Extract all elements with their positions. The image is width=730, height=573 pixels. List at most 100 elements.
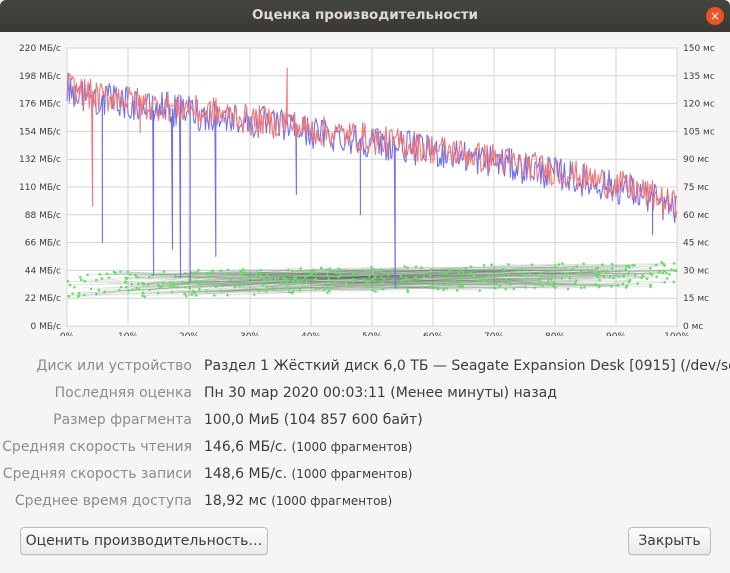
access-time-point [89, 287, 93, 291]
access-time-point [307, 274, 311, 277]
access-time-point [541, 284, 545, 288]
access-time-point [560, 277, 564, 280]
access-time-point [193, 271, 196, 274]
access-time-point [627, 280, 631, 284]
access-time-point [148, 288, 151, 292]
access-time-point [582, 262, 586, 266]
access-time-point [466, 272, 470, 276]
access-time-point [507, 263, 510, 266]
access-time-point [240, 277, 244, 281]
access-time-point [650, 273, 654, 276]
x-tick-label: 30% [240, 332, 260, 336]
access-time-point [439, 282, 442, 286]
access-time-point [406, 266, 409, 269]
access-time-point [381, 280, 384, 284]
access-time-point [365, 281, 369, 285]
access-time-point [557, 263, 561, 266]
access-time-point [494, 286, 497, 290]
access-time-point [624, 286, 628, 289]
access-time-point [314, 277, 318, 281]
x-tick-label: 50% [362, 332, 382, 336]
access-time-point [374, 290, 377, 293]
access-time-point [612, 276, 615, 280]
access-time-point [400, 279, 404, 283]
close-button[interactable]: Закрыть [628, 527, 711, 555]
access-time-point [598, 278, 601, 282]
access-time-point [174, 275, 177, 278]
access-time-point [117, 288, 121, 292]
access-time-point [574, 279, 578, 283]
access-time-point [546, 281, 550, 285]
access-time-point [449, 268, 452, 272]
access-time-point [563, 272, 567, 275]
access-time-point [205, 271, 209, 275]
access-time-point [376, 283, 379, 287]
access-time-point [242, 283, 245, 287]
access-time-point [80, 278, 83, 282]
access-time-point [315, 271, 318, 275]
x-tick-label: 0% [60, 332, 75, 336]
x-tick-label: 20% [179, 332, 199, 336]
access-time-point [566, 287, 570, 291]
access-time-point [371, 277, 375, 281]
access-time-point [408, 280, 411, 284]
access-time-point [610, 262, 614, 266]
access-time-point [672, 269, 676, 272]
access-time-point [172, 285, 176, 288]
access-time-point [141, 294, 144, 298]
access-time-point [119, 285, 123, 289]
close-icon[interactable]: × [706, 7, 724, 25]
access-time-point [579, 286, 583, 290]
access-time-value-wrap: 18,92 мс (1000 фрагментов) [204, 493, 392, 509]
access-time-point [198, 288, 201, 291]
access-time-point [624, 268, 627, 271]
access-time-point [616, 284, 620, 287]
access-time-point [322, 288, 326, 292]
access-time-point [550, 268, 553, 272]
access-time-point [645, 277, 649, 281]
access-time-point [381, 287, 385, 291]
access-time-point [367, 274, 371, 278]
access-time-point [129, 273, 132, 276]
y-left-tick-label: 154 МБ/с [19, 127, 61, 137]
access-time-point [131, 288, 134, 292]
access-time-point [528, 271, 532, 274]
access-time-point [442, 288, 445, 292]
access-time-point [71, 292, 74, 295]
access-time-point [182, 280, 185, 284]
access-time-point [265, 274, 269, 277]
access-time-point [546, 270, 550, 273]
access-time-point [504, 287, 508, 291]
access-time-point [159, 273, 162, 276]
start-benchmark-button[interactable]: Оценить производительность… [20, 527, 268, 555]
access-time-point [507, 274, 510, 278]
access-time-point [328, 270, 332, 273]
access-time-point [304, 274, 307, 278]
access-time-point [621, 282, 625, 286]
access-time-point [168, 284, 172, 287]
access-time-point [380, 269, 383, 273]
y-left-tick-label: 176 МБ/с [19, 100, 61, 110]
access-time-point [291, 269, 294, 273]
access-time-point [142, 283, 146, 286]
y-left-tick-label: 110 МБ/с [19, 183, 61, 193]
x-tick-label: 70% [484, 332, 504, 336]
y-left-tick-label: 44 МБ/с [25, 266, 61, 276]
info-row-access-time: Среднее время доступа 18,92 мс (1000 фра… [0, 493, 730, 513]
access-time-point [500, 279, 504, 283]
access-time-point [320, 266, 323, 270]
y-left-tick-label: 22 МБ/с [25, 294, 61, 304]
access-time-point [303, 285, 307, 289]
access-time-point [455, 289, 459, 292]
access-time-point [279, 281, 283, 285]
device-value: Раздел 1 Жёсткий диск 6,0 ТБ — Seagate E… [204, 358, 730, 374]
access-time-point [241, 271, 244, 274]
access-time-point [162, 270, 166, 273]
access-time-point [672, 280, 676, 284]
access-time-point [183, 285, 187, 289]
access-time-point [67, 294, 71, 298]
access-time-point [459, 268, 462, 272]
access-time-point [326, 273, 329, 276]
access-time-point [194, 294, 198, 297]
access-time-point [123, 280, 127, 283]
